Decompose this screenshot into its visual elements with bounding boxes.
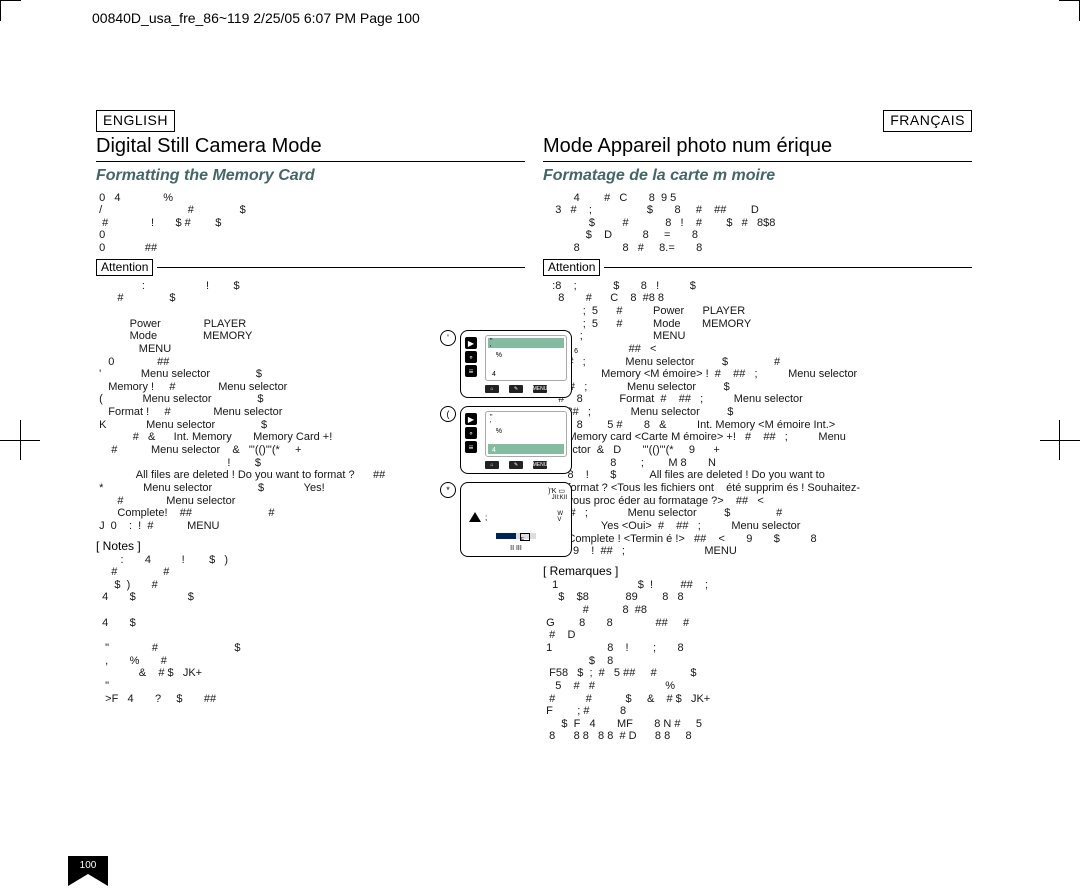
notes-label-french: [ Remarques ] [543, 564, 972, 579]
section-title-english: Digital Still Camera Mode [96, 134, 525, 159]
section-title-french: Mode Appareil photo num érique [543, 134, 972, 159]
nav-icon: ⌂ [485, 461, 499, 469]
lcd-screen-1: ▶ ∘ ≡ " ' % 6 4 ⌂ ✎ MENU [460, 330, 572, 398]
attention-body-french: :8 ; $ 8 ! $ 8 # C 8 #8 8 ; 5 # Power PL… [543, 280, 972, 558]
progress-bar: F [496, 533, 536, 539]
settings-icon: ≡ [465, 365, 477, 377]
warning-icon [469, 512, 481, 522]
settings-icon: ≡ [465, 441, 477, 453]
language-label-english: ENGLISH [96, 110, 175, 132]
camera-icon: ∘ [465, 427, 477, 439]
subsection-title-french: Formatage de la carte m moire [543, 166, 972, 186]
lcd-screen-2: ▶ ∘ ≡ " ' % 4 ⌂ ✎ MENU [460, 406, 572, 474]
pdf-header-line: 00840D_usa_fre_86~119 2/25/05 6:07 PM Pa… [92, 10, 420, 26]
column-french: FRANÇAIS Mode Appareil photo num érique … [539, 110, 976, 890]
step-marker: ( [440, 406, 456, 422]
nav-icon: ✎ [509, 385, 523, 393]
nav-icon: ✎ [509, 461, 523, 469]
language-label-french: FRANÇAIS [883, 110, 972, 132]
attention-label-french: Attention [543, 259, 600, 276]
intro-text-french: 4 # C 8 9 5 3 # ; $ 8 # ## D $ # 8 ! # $… [543, 192, 972, 255]
notes-body-french: 1 $ ! ## ; $ $8 89 8 8 # 8 #8 G 8 8 ## #… [543, 579, 972, 743]
page-number-badge: 100 [68, 856, 108, 886]
subsection-title-english: Formatting the Memory Card [96, 166, 525, 186]
lcd-screenshots-column: ' ▶ ∘ ≡ " ' % 6 4 ⌂ ✎ MENU ( ▶ [440, 330, 580, 565]
step-marker: * [440, 482, 456, 498]
f-indicator: F [520, 533, 530, 541]
registration-mark [20, 420, 21, 460]
camera-icon: ∘ [465, 351, 477, 363]
step-marker: ' [440, 330, 456, 346]
notes-body-english: : 4 ! $ ) # # $ ) # 4 $ $ 4 $ " # $ , % … [96, 554, 525, 706]
intro-text-english: 0 4 % / # $ # ! $ # $ 0 0 ## [96, 192, 525, 255]
playback-controls: II III [465, 545, 567, 552]
play-icon: ▶ [465, 413, 477, 425]
menu-button-icon: MENU [533, 385, 547, 393]
attention-label-english: Attention [96, 259, 153, 276]
registration-mark [1040, 440, 1080, 441]
play-icon: ▶ [465, 337, 477, 349]
nav-icon: ⌂ [485, 385, 499, 393]
menu-button-icon: MENU [533, 461, 547, 469]
registration-mark [1059, 420, 1060, 460]
lcd-screen-3: )'K ▭ JII:KII ; W V F II III [460, 482, 572, 557]
